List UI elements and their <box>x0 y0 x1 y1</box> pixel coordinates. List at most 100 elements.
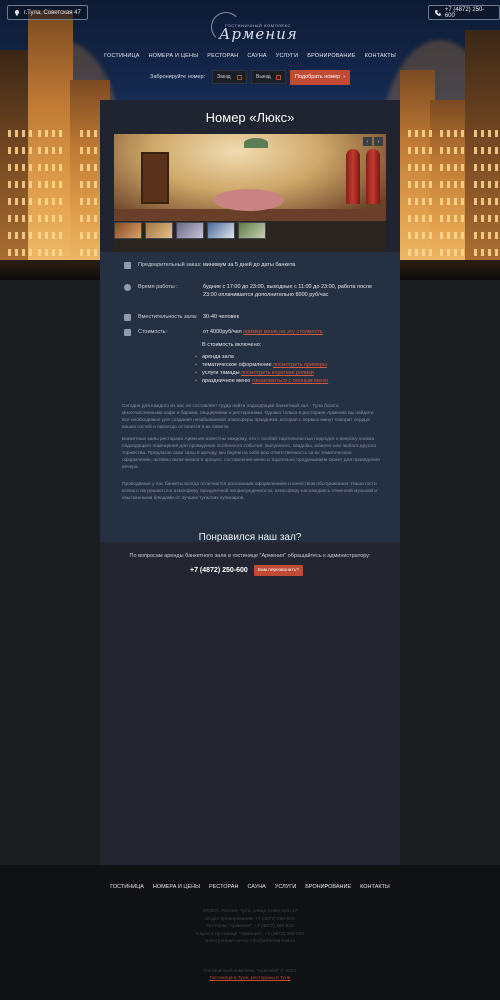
lit-window <box>474 130 477 137</box>
lit-window <box>22 198 25 205</box>
nav-item[interactable]: Гостиница <box>104 53 140 59</box>
info-label: Предварительный заказ: <box>138 262 202 268</box>
footer-nav-item[interactable]: Бронирование <box>305 884 351 890</box>
checkin-field[interactable]: Заезд <box>212 70 247 84</box>
footer: Гостиница Номера и цены Ресторан Сауна У… <box>0 865 500 1000</box>
gallery-prev-button[interactable]: ‹ <box>363 137 372 146</box>
lit-window <box>80 130 83 137</box>
main-photo[interactable]: ‹ › <box>114 134 386 221</box>
address-pill[interactable]: г.Тула, Советская 47 <box>7 5 88 20</box>
lit-window <box>45 181 48 188</box>
lit-window <box>29 181 32 188</box>
price-menu-link[interactable]: пример меню на эту стоимость <box>243 329 323 335</box>
cta-text: По вопросам аренды банкетного зала в гос… <box>129 553 371 559</box>
lit-window <box>80 232 83 239</box>
lit-window <box>52 130 55 137</box>
lit-window <box>481 147 484 154</box>
lit-window <box>408 164 411 171</box>
logo-name: Армения <box>219 25 298 43</box>
lit-window <box>447 130 450 137</box>
lit-window <box>80 249 83 256</box>
lit-window <box>8 215 11 222</box>
checkout-field[interactable]: Выезд <box>251 70 286 84</box>
thumbnail-strip <box>114 222 266 239</box>
lit-window <box>15 232 18 239</box>
footer-address-line: 300000, Россия, Тула, улица Советская 47 <box>202 909 298 914</box>
footer-nav-item[interactable]: Номера и цены <box>153 884 200 890</box>
logo[interactable]: гостиничный комплекс Армения <box>205 8 298 48</box>
phone-pill[interactable]: +7 (4872) 250-600 <box>428 5 500 20</box>
lit-window <box>429 164 432 171</box>
footer-nav-item[interactable]: Ресторан <box>209 884 238 890</box>
nav-item[interactable]: Ресторан <box>207 53 238 59</box>
lit-window <box>474 147 477 154</box>
lit-window <box>454 147 457 154</box>
footer-nav-item[interactable]: Сауна <box>247 884 265 890</box>
lit-window <box>45 164 48 171</box>
lit-window <box>447 181 450 188</box>
door <box>141 152 169 204</box>
lit-window <box>52 198 55 205</box>
nav-item[interactable]: Бронирование <box>307 53 355 59</box>
lit-window <box>461 215 464 222</box>
thumbnail[interactable] <box>176 222 204 239</box>
tower <box>28 10 73 280</box>
included-item: аренда зала <box>195 354 234 360</box>
booking-bar: Забронируйте номер: Заезд Выезд Подобрат… <box>150 69 350 85</box>
lit-window <box>87 181 90 188</box>
find-room-button[interactable]: Подобрать номер › <box>290 69 350 85</box>
thumbnail[interactable] <box>114 222 142 239</box>
thumbnail[interactable] <box>145 222 173 239</box>
lit-window <box>59 249 62 256</box>
lit-window <box>474 181 477 188</box>
lit-window <box>45 232 48 239</box>
lit-window <box>80 181 83 188</box>
thumbnail[interactable] <box>238 222 266 239</box>
calendar-icon <box>276 74 281 80</box>
included-item-link[interactable]: посмотреть короткие ролики <box>241 370 314 376</box>
lit-window <box>495 147 498 154</box>
lit-window <box>429 232 432 239</box>
lit-window <box>15 147 18 154</box>
lit-window <box>488 198 491 205</box>
lit-window <box>474 164 477 171</box>
lit-window <box>15 215 18 222</box>
included-item-link[interactable]: ознакомиться с полным меню <box>252 378 328 384</box>
footer-nav-item[interactable]: Гостиница <box>110 884 144 890</box>
footer-nav-item[interactable]: Услуги <box>275 884 296 890</box>
lit-window <box>8 147 11 154</box>
lit-window <box>415 147 418 154</box>
lit-window <box>461 181 464 188</box>
footer-address: 300000, Россия, Тула, улица Советская 47… <box>0 908 500 946</box>
cta-phone[interactable]: +7 (4872) 250-600 <box>190 567 248 574</box>
lit-window <box>52 164 55 171</box>
footer-seo-link[interactable]: Гостиница в Туле, рестораны в Туле <box>210 976 291 981</box>
lit-window <box>52 147 55 154</box>
lit-window <box>94 232 97 239</box>
nav-item[interactable]: Контакты <box>365 53 396 59</box>
callback-button[interactable]: Вам перезвонить? <box>253 565 303 576</box>
lit-window <box>22 249 25 256</box>
included-item-text: услуги тамады <box>202 370 240 376</box>
lit-window <box>474 232 477 239</box>
lit-window <box>15 130 18 137</box>
lit-window <box>440 147 443 154</box>
included-item-link[interactable]: посмотреть примеры <box>273 362 327 368</box>
nav-item[interactable]: Сауна <box>247 53 266 59</box>
lit-window <box>429 215 432 222</box>
lit-window <box>422 130 425 137</box>
gallery-next-button[interactable]: › <box>374 137 383 146</box>
lit-window <box>80 198 83 205</box>
lit-window <box>22 130 25 137</box>
lit-window <box>8 249 11 256</box>
footer-nav-item[interactable]: Контакты <box>360 884 390 890</box>
lit-window <box>447 164 450 171</box>
lit-window <box>408 147 411 154</box>
lit-window <box>422 164 425 171</box>
nav-item[interactable]: Услуги <box>276 53 299 59</box>
thumbnail[interactable] <box>207 222 235 239</box>
gallery-arrows: ‹ › <box>363 137 383 146</box>
lit-window <box>481 232 484 239</box>
lit-window <box>80 164 83 171</box>
nav-item[interactable]: Номера и цены <box>149 53 199 59</box>
